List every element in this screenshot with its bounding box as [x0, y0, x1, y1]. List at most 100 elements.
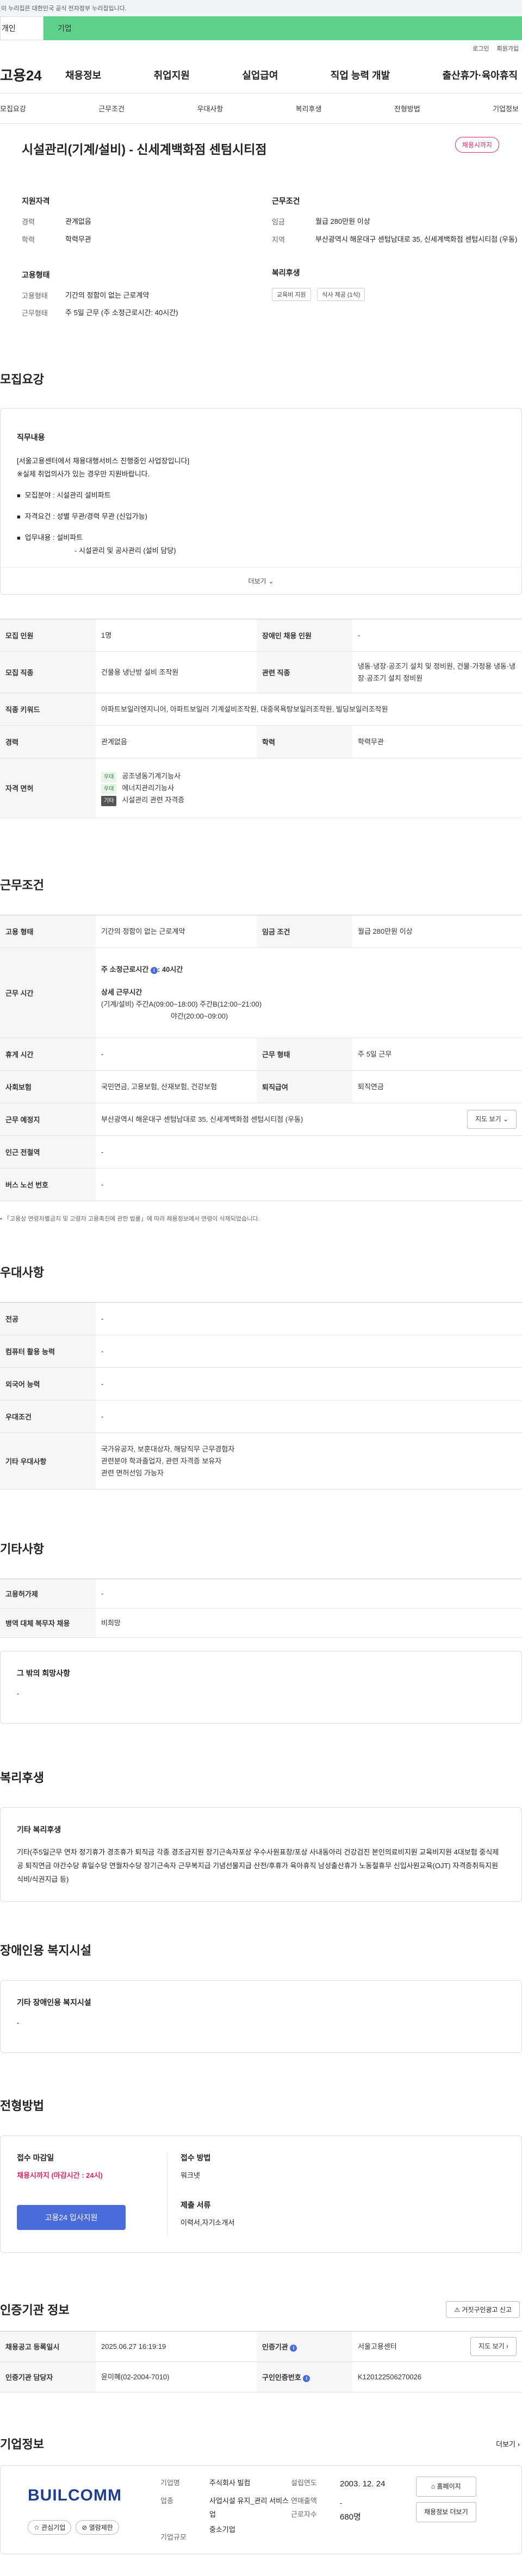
recruit-table: 모집 인원 1명 장애인 채용 인원 - 모집 직종 건물용 냉난방 설비 조작…	[0, 619, 522, 819]
user-type-tabs: 개인 기업	[0, 16, 522, 40]
gnb-item-unemployment-benefit[interactable]: 실업급여	[242, 68, 278, 82]
label-text: 인증기관	[262, 2343, 288, 2352]
label: 인증기관 i	[257, 2331, 352, 2363]
more-jobs-button[interactable]: 채용정보 더보기	[416, 2502, 476, 2522]
section-title: 근무조건	[0, 878, 44, 893]
company-name-value: 주식회사 빌컴	[209, 2479, 251, 2487]
company-logo: BUILCOMM	[14, 2477, 160, 2515]
permit-value: -	[96, 1579, 522, 1609]
star-icon: ☆	[34, 2524, 40, 2532]
map-button[interactable]: 지도 보기 ⌄	[467, 1110, 517, 1129]
other-table: 고용허가제 - 병역 대체 복무자 채용 비희망	[0, 1579, 522, 1638]
label: 기타 우대사항	[0, 1432, 96, 1490]
warning-icon: ⚠	[454, 2305, 460, 2314]
company-box: BUILCOMM ☆ 관심기업 ⊘ 열람제한 기업명 업종 기업규모 주식회사 …	[0, 2465, 522, 2555]
cert-number-value: K120122506270026	[352, 2361, 522, 2393]
company-more-link[interactable]: 더보기 ›	[496, 2439, 520, 2449]
section-title: 기타사항	[0, 1542, 44, 1556]
job-header: 시설관리(기계/설비) - 신세계백화점 센텀시티점 채용시까지	[0, 124, 522, 158]
related-job-value: 냉동·냉장·공조기 설치 및 정비원, 건물·가정용 냉동·냉장·공조기 설치 …	[352, 651, 522, 694]
work-time-value: 주 소정근로시간 i: 40시간 상세 근무시간 (기계/설비) 주간A(09:…	[96, 947, 522, 1039]
info-icon[interactable]: i	[303, 2375, 310, 2383]
label: 경력	[0, 725, 96, 759]
label: 근무 예정지	[0, 1103, 96, 1136]
label: 구인인증번호 i	[257, 2361, 352, 2393]
section-nav-welfare[interactable]: 복리후생	[296, 103, 322, 114]
employee-value: 680명	[340, 2512, 361, 2522]
recruit-section: 모집요강 직무내용 [서울고용센터에서 채용대행서비스 진행중인 사업장입니다]…	[0, 325, 522, 819]
major-value: -	[96, 1302, 522, 1336]
section-nav-pref[interactable]: 우대사항	[197, 103, 223, 114]
label: 컴퓨터 활용 능력	[0, 1335, 96, 1368]
label: 모집 직종	[0, 651, 96, 694]
desc-bullet: 자격요건 : 성별 무관/경력 무관 (신입가능)	[17, 510, 505, 524]
label: 직종 키워드	[0, 693, 96, 726]
label: 우대조건	[0, 1400, 96, 1434]
more-button[interactable]: 더보기 ⌄	[1, 567, 521, 595]
section-nav-process[interactable]: 전형방법	[394, 103, 420, 114]
established-value: 2003. 12. 24	[340, 2479, 386, 2489]
gnb-item-jobs[interactable]: 채용정보	[65, 68, 101, 82]
gnb-item-vocational-training[interactable]: 직업 능력 개발	[331, 68, 390, 82]
chevron-down-icon: ⌄	[502, 1115, 508, 1123]
section-title: 기업정보	[0, 2437, 44, 2452]
section-nav-work[interactable]: 근무조건	[98, 103, 125, 114]
wage-value: 월급 280만원 이상	[352, 915, 522, 948]
label: 경력	[22, 218, 35, 226]
pref-condition-value: -	[96, 1400, 522, 1434]
summary-right: 근무조건 임금 월급 280만원 이상 지역 부산광역시 해운대구 센텀남대로 35…	[272, 196, 522, 325]
tab-company[interactable]: 기업	[44, 16, 522, 40]
report-button[interactable]: ⚠ 거짓구인광고 신고	[446, 2301, 520, 2318]
site-logo[interactable]: 고용24	[0, 65, 65, 85]
map-button[interactable]: 지도 보기 ›	[470, 2337, 517, 2356]
homepage-button[interactable]: ⌂ 홈페이지	[416, 2477, 476, 2497]
map-label: 지도 보기	[475, 1115, 501, 1123]
login-link[interactable]: 로그인	[473, 44, 489, 53]
deadline-label: 접수 마감일	[17, 2153, 54, 2163]
work-table: 고용 형태 기간의 정함이 없는 근로계약 임금 조건 월급 280만원 이상 …	[0, 915, 522, 1202]
welfare-section: 복리후생 기타 복리후생 기타(주5일근무 연차 정기휴가 경조휴가 퇴직금 각…	[0, 1724, 522, 1902]
info-icon[interactable]: i	[150, 966, 158, 974]
apply-button[interactable]: 고용24 입사지원	[17, 2205, 126, 2231]
label: 지역	[272, 235, 285, 244]
pref-line: 관련분야 학과졸업자, 관련 자격증 보유자	[101, 1456, 222, 1465]
home-icon: ⌂	[431, 2483, 436, 2491]
section-title: 우대사항	[0, 1266, 44, 1280]
pref-line: 관련 면허선임 가능자	[101, 1468, 164, 1477]
gnb-item-maternity-leave[interactable]: 출산휴가·육아휴직	[443, 68, 518, 82]
rest-time-value: -	[96, 1038, 257, 1071]
report-label: 거짓구인광고 신고	[462, 2305, 512, 2314]
pension-value: 퇴직연금	[352, 1070, 522, 1104]
join-link[interactable]: 회원가입	[497, 44, 519, 53]
career-value: 관계없음	[96, 725, 257, 759]
career-value: 관계없음	[65, 217, 91, 225]
license-name: 에너지관리기능사	[122, 783, 175, 792]
employment-type-value: 기간의 정함이 없는 근로계약	[96, 915, 257, 948]
label: 퇴직급여	[257, 1070, 352, 1104]
pref-line: 국가유공자, 보훈대상자, 해당직무 근무경험자	[101, 1444, 235, 1453]
tab-personal[interactable]: 개인	[0, 16, 44, 40]
desc-line: ※실제 취업의사가 있는 경우만 지원바랍니다.	[17, 470, 150, 479]
process-section: 전형방법 접수 마감일 채용시까지 (마감시간 : 24시) 고용24 입사지원…	[0, 2053, 522, 2253]
section-nav-company[interactable]: 기업정보	[493, 103, 519, 114]
home-label: 홈페이지	[437, 2483, 461, 2491]
interest-button[interactable]: ☆ 관심기업	[28, 2520, 72, 2535]
gnb-item-employment-support[interactable]: 취업지원	[154, 68, 190, 82]
interest-label: 관심기업	[41, 2524, 66, 2532]
keyword-value: 아파트보일러엔지니어, 아파트보일러 기계설비조작원, 대중목욕탕보일러조작원,…	[96, 693, 522, 726]
insurance-value: 국민연금, 고용보험, 산재보험, 건강보험	[96, 1070, 257, 1104]
section-nav-recruit[interactable]: 모집요강	[0, 103, 26, 114]
age-note: • 「고용상 연령차별금지 및 고령자 고용촉진에 관한 법률」에 따라 채용정…	[0, 1201, 522, 1223]
job-summary: 지원자격 경력 관계없음 학력 학력무관 고용형태 고용형태 기간의 정함이 없는 근…	[0, 158, 522, 325]
info-icon[interactable]: i	[290, 2345, 297, 2352]
welfare-text: 기타(주5일근무 연차 정기휴가 경조휴가 퇴직금 각종 경조금지원 장기근속자…	[17, 1848, 499, 1883]
work-form-value: 주 5일 근무 (주 소정근로시간: 40시간)	[65, 309, 178, 317]
conditions-label: 근무조건	[272, 197, 300, 205]
more-label: 더보기	[496, 2440, 516, 2448]
block-button[interactable]: ⊘ 열람제한	[76, 2520, 119, 2535]
license-tag: 우대	[101, 771, 117, 782]
label: 임금 조건	[257, 915, 352, 948]
label-text: 구인인증번호	[262, 2373, 301, 2382]
company-size-value: 중소기업	[209, 2525, 235, 2534]
military-value: 비희망	[96, 1608, 522, 1638]
